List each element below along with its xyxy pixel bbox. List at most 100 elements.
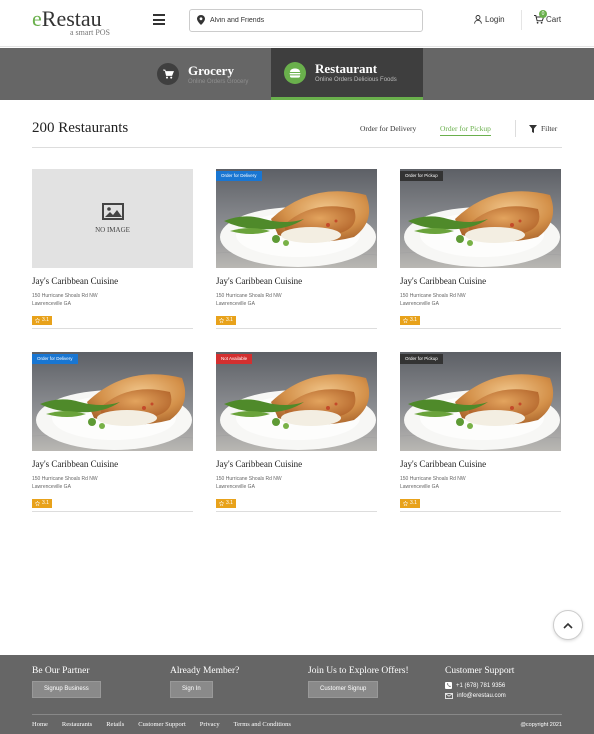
category-subtitle: Online Orders Delicious Foods [315, 77, 397, 83]
footer-link-home[interactable]: Home [32, 721, 48, 728]
star-icon [35, 318, 40, 323]
footer-partner: Be Our Partner Signup Business [32, 666, 101, 698]
footer-support: Customer Support +1 (678) 781 9356 info@… [445, 666, 514, 699]
support-phone[interactable]: +1 (678) 781 9356 [445, 682, 514, 689]
no-image-placeholder: NO IMAGE [32, 169, 193, 268]
restaurant-card[interactable]: Order for Delivery Jay's Caribbean Cuisi… [216, 169, 377, 329]
star-icon [35, 501, 40, 506]
card-divider [400, 328, 561, 329]
category-restaurant[interactable]: Restaurant Online Orders Delicious Foods [271, 48, 423, 100]
footer-heading: Already Member? [170, 666, 240, 676]
burger-icon [284, 61, 306, 84]
footer-heading: Join Us to Explore Offers! [308, 666, 409, 676]
chevron-up-icon [563, 622, 573, 629]
category-subtitle: Online Orders Grocery [188, 78, 249, 85]
card-divider [216, 328, 377, 329]
cart-link[interactable]: 0 Cart [534, 10, 561, 24]
restaurant-card[interactable]: Order for Pickup Jay's Caribbean Cuisine… [400, 352, 561, 512]
toolbar-rule [32, 147, 562, 148]
image-icon [101, 203, 124, 220]
order-type-badge: Order for Pickup [400, 171, 443, 181]
category-bar: Grocery Online Orders Grocery Restaurant… [0, 48, 594, 100]
logo-tagline: a smart POS [70, 28, 110, 37]
order-type-badge: Order for Delivery [216, 171, 262, 181]
restaurant-card[interactable]: Order for Pickup Jay's Caribbean Cuisine… [400, 169, 561, 329]
category-grocery[interactable]: Grocery Online Orders Grocery [152, 48, 270, 100]
logo[interactable]: eRestau a smart POS [32, 6, 110, 38]
star-icon [403, 501, 408, 506]
restaurant-image[interactable] [32, 352, 193, 451]
restaurant-address: 150 Hurricane Shoals Rd NW Lawrenceville… [216, 293, 282, 307]
restaurant-address: 150 Hurricane Shoals Rd NW Lawrenceville… [216, 476, 282, 490]
footer-heading: Be Our Partner [32, 666, 90, 676]
availability-badge: Not Available [216, 354, 253, 364]
rating-badge: 3.1 [400, 499, 420, 508]
tab-order-delivery[interactable]: Order for Delivery [360, 124, 416, 133]
restaurant-name[interactable]: Jay's Caribbean Cuisine [400, 276, 486, 286]
rating-badge: 3.1 [216, 499, 236, 508]
site-footer: Be Our Partner Signup Business Already M… [0, 655, 594, 734]
copyright: @copyright 2021 [520, 722, 562, 728]
location-pin-icon [197, 15, 205, 25]
card-divider [400, 511, 561, 512]
rating-badge: 3.1 [32, 316, 52, 325]
user-icon [474, 15, 482, 24]
restaurant-address: 150 Hurricane Shoals Rd NW Lawrenceville… [400, 293, 466, 307]
restaurant-name[interactable]: Jay's Caribbean Cuisine [216, 276, 302, 286]
footer-offers: Join Us to Explore Offers! Customer Sign… [308, 666, 409, 698]
phone-icon [445, 682, 452, 689]
results-count-title: 200 Restaurants [32, 120, 129, 136]
restaurant-name[interactable]: Jay's Caribbean Cuisine [32, 276, 118, 286]
logo-wordmark: eRestau [32, 6, 102, 31]
footer-member: Already Member? Sign In [170, 666, 239, 698]
restaurant-name[interactable]: Jay's Caribbean Cuisine [32, 459, 118, 469]
order-type-badge: Order for Delivery [32, 354, 78, 364]
restaurant-image[interactable] [400, 169, 561, 268]
footer-link-privacy[interactable]: Privacy [200, 721, 220, 728]
restaurant-image[interactable] [216, 352, 377, 451]
support-email[interactable]: info@erestau.com [445, 693, 514, 699]
location-search-input[interactable] [210, 12, 410, 29]
cart-icon [157, 63, 179, 85]
footer-links: Home Restaurants Retails Customer Suppor… [32, 721, 305, 728]
star-icon [219, 318, 224, 323]
star-icon [219, 501, 224, 506]
restaurant-card[interactable]: Not Available Jay's Caribbean Cuisine 15… [216, 352, 377, 512]
card-divider [32, 328, 193, 329]
star-icon [403, 318, 408, 323]
scroll-to-top-button[interactable] [553, 610, 583, 640]
signup-business-button[interactable]: Signup Business [32, 681, 101, 698]
restaurant-name[interactable]: Jay's Caribbean Cuisine [400, 459, 486, 469]
rating-badge: 3.1 [400, 316, 420, 325]
menu-icon[interactable] [153, 14, 165, 25]
cart-count-badge: 0 [539, 10, 547, 18]
footer-link-retails[interactable]: Retails [106, 721, 124, 728]
restaurant-image[interactable] [400, 352, 561, 451]
rating-badge: 3.1 [216, 316, 236, 325]
header-divider [521, 10, 522, 30]
restaurant-address: 150 Hurricane Shoals Rd NW Lawrenceville… [32, 293, 98, 307]
login-link[interactable]: Login [474, 15, 505, 24]
rating-badge: 3.1 [32, 499, 52, 508]
category-title: Restaurant [315, 61, 378, 76]
sign-in-button[interactable]: Sign In [170, 681, 213, 698]
restaurant-card[interactable]: NO IMAGE Jay's Caribbean Cuisine 150 Hur… [32, 169, 193, 329]
restaurant-name[interactable]: Jay's Caribbean Cuisine [216, 459, 302, 469]
card-divider [216, 511, 377, 512]
footer-link-terms[interactable]: Terms and Conditions [234, 721, 291, 728]
filter-icon [529, 124, 537, 133]
restaurant-address: 150 Hurricane Shoals Rd NW Lawrenceville… [400, 476, 466, 490]
tab-order-pickup[interactable]: Order for Pickup [440, 124, 491, 136]
mail-icon [445, 693, 453, 699]
location-search[interactable] [189, 9, 423, 32]
footer-link-restaurants[interactable]: Restaurants [62, 721, 92, 728]
footer-heading: Customer Support [445, 666, 515, 676]
restaurant-address: 150 Hurricane Shoals Rd NW Lawrenceville… [32, 476, 98, 490]
card-divider [32, 511, 193, 512]
restaurant-card[interactable]: Order for Delivery Jay's Caribbean Cuisi… [32, 352, 193, 512]
footer-link-customer-support[interactable]: Customer Support [138, 721, 186, 728]
restaurant-image[interactable] [216, 169, 377, 268]
filter-button[interactable]: Filter [529, 124, 557, 133]
toolbar-divider [515, 120, 516, 137]
customer-signup-button[interactable]: Customer Signup [308, 681, 379, 698]
